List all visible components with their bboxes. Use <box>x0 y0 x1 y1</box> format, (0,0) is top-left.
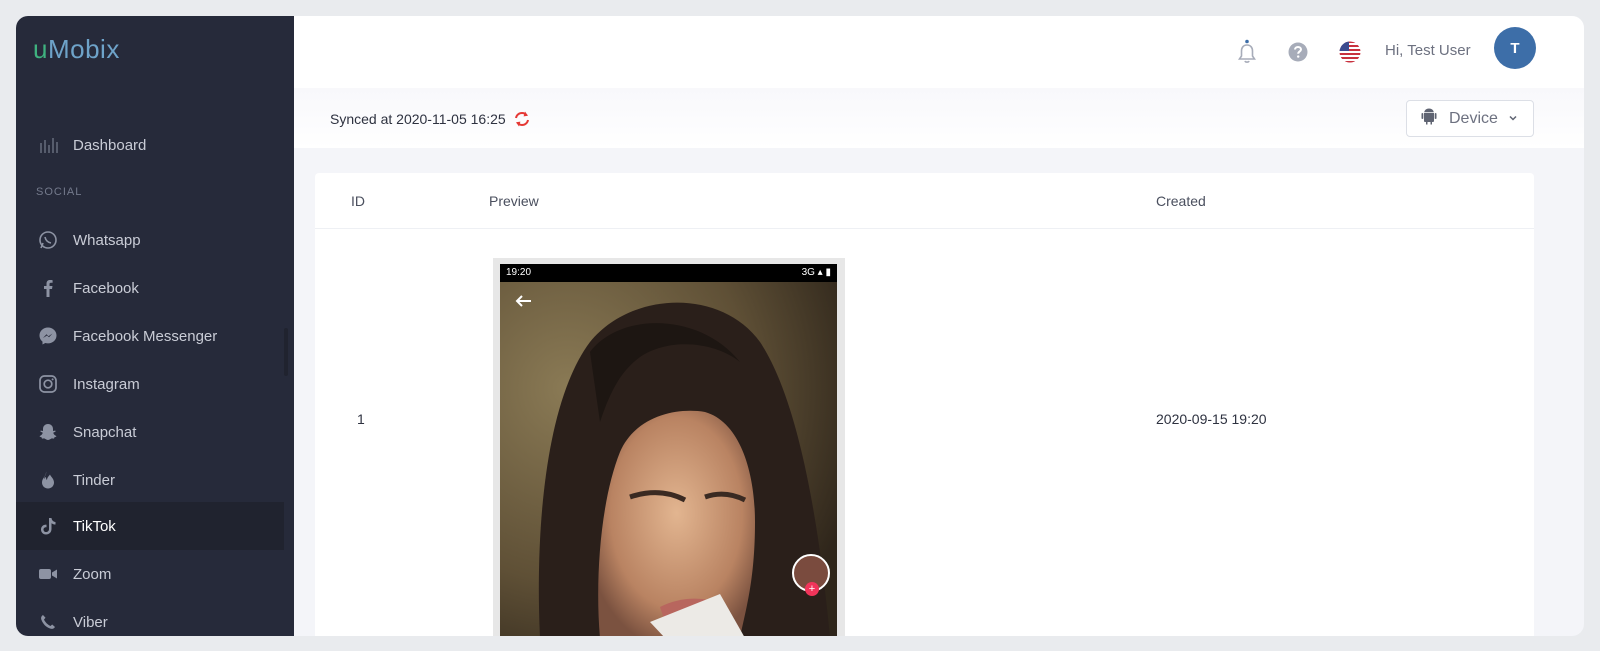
instagram-icon <box>38 374 58 394</box>
app-logo[interactable]: uMobix <box>33 34 120 65</box>
sidebar-item-label: TikTok <box>73 517 116 535</box>
cell-created: 2020-09-15 19:20 <box>1156 411 1267 427</box>
notifications-bell-icon[interactable] <box>1235 39 1259 64</box>
us-flag-icon[interactable] <box>1338 40 1362 64</box>
video-frame-image <box>500 282 837 636</box>
sync-label: Synced at 2020-11-05 16:25 <box>330 111 506 127</box>
chevron-down-icon <box>1508 110 1518 128</box>
sidebar-item-dashboard[interactable]: Dashboard <box>16 121 284 169</box>
sidebar-item-tinder[interactable]: Tinder <box>16 456 284 504</box>
sidebar-item-label: Facebook <box>73 279 139 297</box>
device-select[interactable]: Device <box>1406 100 1534 137</box>
android-icon <box>1421 107 1437 130</box>
device-select-label: Device <box>1449 109 1498 127</box>
chart-icon <box>38 135 58 155</box>
cell-id: 1 <box>357 411 365 427</box>
viber-icon <box>38 612 58 632</box>
messenger-icon <box>38 326 58 346</box>
sidebar-item-facebook[interactable]: Facebook <box>16 264 284 312</box>
sidebar-item-facebook-messenger[interactable]: Facebook Messenger <box>16 312 284 360</box>
sidebar-item-label: Facebook Messenger <box>73 327 218 345</box>
sidebar-item-zoom[interactable]: Zoom <box>16 550 284 598</box>
sidebar-item-instagram[interactable]: Instagram <box>16 360 284 408</box>
phone-time: 19:20 <box>506 267 532 278</box>
facebook-icon <box>38 278 58 298</box>
app-window: uMobix Dashboard SOCIAL Whatsapp Faceboo… <box>16 16 1584 636</box>
user-avatar[interactable]: T <box>1494 27 1536 69</box>
refresh-icon[interactable] <box>513 110 531 128</box>
sidebar-item-label: Dashboard <box>73 136 147 154</box>
sidebar-scrollbar[interactable] <box>284 328 288 376</box>
whatsapp-icon <box>38 230 58 250</box>
sidebar-item-label: Whatsapp <box>73 231 141 249</box>
tinder-icon <box>38 470 58 490</box>
video-camera-icon <box>38 564 58 584</box>
back-arrow-icon[interactable] <box>514 294 532 313</box>
sidebar-item-viber[interactable]: Viber <box>16 598 284 636</box>
snapchat-icon <box>38 422 58 442</box>
sync-status: Synced at 2020-11-05 16:25 <box>330 110 531 128</box>
sidebar-item-label: Zoom <box>73 565 112 583</box>
column-header-preview[interactable]: Preview <box>489 193 539 209</box>
sidebar-item-label: Snapchat <box>73 423 137 441</box>
phone-status-bar: 19:20 3G ▴ ▮ <box>500 264 837 282</box>
sync-bar: Synced at 2020-11-05 16:25 Device <box>294 88 1584 148</box>
sidebar-item-tiktok[interactable]: TikTok <box>16 502 284 550</box>
tiktok-icon <box>38 516 58 536</box>
sidebar-item-label: Tinder <box>73 471 115 489</box>
column-header-created[interactable]: Created <box>1156 193 1206 209</box>
tiktok-table: ID Preview Created 1 19:20 3G ▴ ▮ + 2020… <box>315 173 1534 636</box>
sidebar-item-whatsapp[interactable]: Whatsapp <box>16 216 284 264</box>
preview-thumbnail[interactable]: 19:20 3G ▴ ▮ + <box>493 258 845 636</box>
follow-plus-icon[interactable]: + <box>805 582 819 596</box>
phone-screenshot: 19:20 3G ▴ ▮ + <box>500 264 837 636</box>
sidebar-item-label: Instagram <box>73 375 140 393</box>
header-divider <box>315 228 1534 229</box>
user-greeting: Hi, Test User <box>1385 42 1471 59</box>
column-header-id[interactable]: ID <box>351 193 365 209</box>
phone-network: 3G ▴ ▮ <box>801 267 831 278</box>
help-icon[interactable] <box>1286 40 1310 64</box>
sidebar-item-label: Viber <box>73 613 108 631</box>
section-title-social: SOCIAL <box>36 186 83 198</box>
sidebar: uMobix Dashboard SOCIAL Whatsapp Faceboo… <box>16 16 294 636</box>
sidebar-item-snapchat[interactable]: Snapchat <box>16 408 284 456</box>
top-bar: Hi, Test User T <box>294 16 1584 88</box>
